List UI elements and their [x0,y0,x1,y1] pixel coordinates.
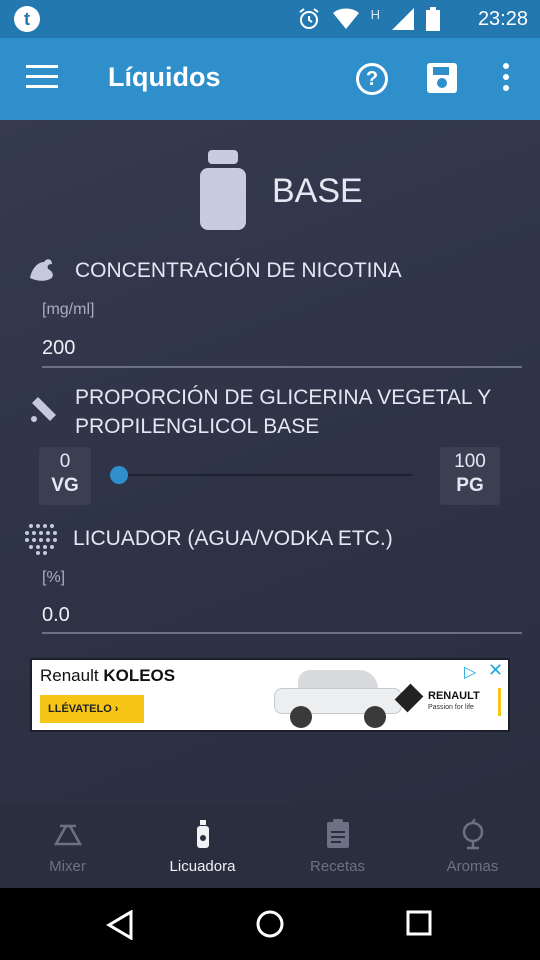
menu-icon[interactable] [26,65,58,91]
vg-value: 0 [59,451,71,472]
signal-icon [392,8,414,30]
mixer-icon [53,824,83,846]
pg-value: 100 [454,451,486,472]
more-icon[interactable] [499,63,513,95]
app-notification-icon: t [14,6,40,32]
ratio-slider-thumb[interactable] [110,466,128,484]
ad-close-icon[interactable]: ✕ [488,660,503,681]
vg-label: VG [51,475,79,496]
network-h-icon: H [370,6,380,22]
status-icons: H [297,7,440,31]
nicotine-input[interactable]: 200 [42,337,75,360]
ad-accent-bar [498,688,501,716]
base-heading: BASE [272,172,363,210]
diluent-title: LICUADOR (AGUA/VODKA ETC.) [73,527,393,550]
recents-icon[interactable] [406,910,434,938]
muscle-icon [30,259,53,281]
pg-box: 100 PG [440,447,500,505]
wifi-icon [332,8,359,29]
system-nav-bar [0,888,540,960]
battery-icon [426,7,440,31]
droplets-icon [25,524,57,555]
nav-label: Recetas [309,858,366,875]
help-icon[interactable]: ? [356,63,388,95]
back-icon[interactable] [106,910,134,940]
ad-banner[interactable]: Renault KOLEOS LLÉVATELO › RENAULT Passi… [30,658,510,732]
main-content: BASE CONCENTRACIÓN DE NICOTINA [mg/ml] 2… [0,120,540,804]
home-icon[interactable] [255,909,285,939]
nav-item-recetas[interactable]: Recetas [270,804,405,888]
nav-item-aromas[interactable]: Aromas [405,804,540,888]
alarm-icon [299,8,319,29]
nav-item-licuadora[interactable]: Licuadora [135,804,270,888]
ad-brand: Renault KOLEOS [40,666,176,685]
app-bar: Líquidos ? [0,38,540,120]
nicotine-unit: [mg/ml] [42,301,95,318]
ad-logo-text: RENAULT [428,690,480,702]
pg-label: PG [456,475,484,496]
nav-label: Mixer [49,858,86,875]
ratio-title-line1: PROPORCIÓN DE GLICERINA VEGETAL Y [75,386,492,409]
nav-label: Licuadora [169,858,236,875]
nicotine-title: CONCENTRACIÓN DE NICOTINA [75,259,402,282]
page-title: Líquidos [108,62,221,92]
diluent-unit: [%] [42,569,66,586]
base-bottle-icon [200,150,246,230]
status-time: 23:28 [477,8,528,30]
ratio-slider-track[interactable] [118,474,412,476]
bottle-icon [197,820,209,848]
vg-box: 0 VG [39,447,91,505]
flask-icon [462,818,484,850]
pipette-icon [31,397,56,422]
nav-item-mixer[interactable]: Mixer [0,804,135,888]
nicotine-underline [42,366,522,368]
diluent-input[interactable]: 0.0 [42,604,70,627]
ad-tagline: Passion for life [428,704,474,711]
bottom-nav: Mixer Licuadora Recetas Aromas [0,804,540,888]
ad-cta-button[interactable]: LLÉVATELO › [40,695,144,723]
clipboard-icon [327,819,349,848]
save-icon[interactable] [427,63,457,93]
ratio-title-line2: PROPILENGLICOL BASE [75,415,320,438]
nav-label: Aromas [446,858,499,875]
adchoices-icon[interactable]: ▷ [464,662,476,682]
car-image [268,668,408,728]
diluent-underline [42,632,522,634]
status-bar: t H 23:28 [0,0,540,38]
